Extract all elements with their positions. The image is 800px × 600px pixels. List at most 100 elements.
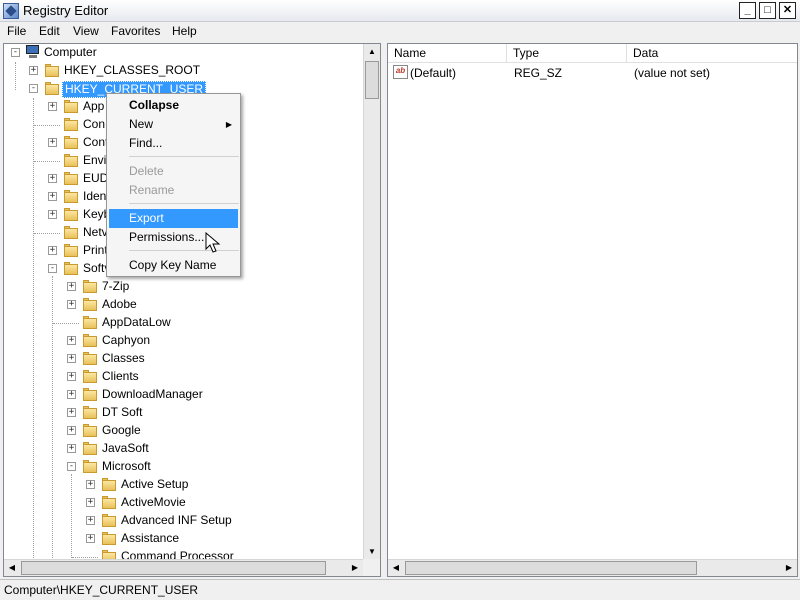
menu-file[interactable]: File bbox=[7, 24, 26, 38]
folder-icon bbox=[101, 495, 117, 510]
scroll-right-arrow-icon[interactable]: ▶ bbox=[347, 560, 363, 576]
scroll-right-arrow-icon[interactable]: ▶ bbox=[781, 560, 797, 576]
expand-icon[interactable]: + bbox=[48, 174, 57, 183]
column-header-name[interactable]: Name bbox=[388, 44, 507, 63]
value-type: REG_SZ bbox=[514, 66, 563, 80]
tree-label: Clients bbox=[102, 369, 139, 383]
status-bar: Computer\HKEY_CURRENT_USER bbox=[0, 579, 800, 600]
folder-icon bbox=[82, 441, 98, 456]
collapse-icon[interactable]: - bbox=[11, 48, 20, 57]
value-data: (value not set) bbox=[634, 66, 711, 80]
scrollbar-thumb[interactable] bbox=[405, 561, 697, 575]
list-horizontal-scrollbar[interactable]: ◀ ▶ bbox=[388, 559, 797, 576]
menu-edit[interactable]: Edit bbox=[39, 24, 60, 38]
expand-icon[interactable]: + bbox=[67, 390, 76, 399]
menu-item-copy-key-name[interactable]: Copy Key Name bbox=[109, 256, 238, 275]
expand-icon[interactable]: + bbox=[67, 372, 76, 381]
folder-icon bbox=[82, 297, 98, 312]
menu-item-delete: Delete bbox=[129, 164, 164, 178]
folder-open-icon bbox=[63, 261, 79, 276]
expand-icon[interactable]: + bbox=[48, 192, 57, 201]
scrollbar-corner bbox=[363, 559, 380, 576]
expand-icon[interactable]: + bbox=[67, 354, 76, 363]
collapse-icon[interactable]: - bbox=[48, 264, 57, 273]
menu-view[interactable]: View bbox=[73, 24, 99, 38]
tree-label: Caphyon bbox=[102, 333, 151, 347]
close-button[interactable]: ✕ bbox=[779, 2, 796, 19]
values-list-pane[interactable]: Name Type Data ab (Default) REG_SZ (valu… bbox=[387, 43, 798, 577]
expand-icon[interactable]: + bbox=[67, 408, 76, 417]
registry-editor-icon bbox=[3, 3, 19, 19]
scroll-up-arrow-icon[interactable]: ▲ bbox=[364, 44, 380, 60]
folder-icon bbox=[82, 387, 98, 402]
minimize-button[interactable]: _ bbox=[739, 2, 756, 19]
tree-label: Active Setup bbox=[121, 477, 189, 491]
tree-label: Microsoft bbox=[102, 459, 151, 473]
tree-horizontal-scrollbar[interactable]: ◀ ▶ bbox=[4, 559, 363, 576]
menu-separator bbox=[129, 250, 239, 251]
folder-icon bbox=[82, 423, 98, 438]
collapse-icon[interactable]: - bbox=[67, 462, 76, 471]
menu-item-find[interactable]: Find... bbox=[109, 134, 238, 153]
maximize-button[interactable]: □ bbox=[759, 2, 776, 19]
expand-icon[interactable]: + bbox=[29, 66, 38, 75]
menu-item-export[interactable]: Export bbox=[109, 209, 238, 228]
expand-icon[interactable]: + bbox=[67, 282, 76, 291]
tree-label: DT Soft bbox=[102, 405, 143, 419]
folder-icon bbox=[63, 153, 79, 168]
column-header-data[interactable]: Data bbox=[627, 44, 797, 63]
submenu-arrow-icon: ▶ bbox=[225, 120, 232, 129]
collapse-icon[interactable]: - bbox=[29, 84, 38, 93]
folder-icon bbox=[82, 405, 98, 420]
scroll-down-arrow-icon[interactable]: ▼ bbox=[364, 544, 380, 560]
scrollbar-thumb[interactable] bbox=[21, 561, 326, 575]
tree-label: AppDataLow bbox=[102, 315, 171, 329]
scroll-left-arrow-icon[interactable]: ◀ bbox=[4, 560, 20, 576]
tree-vertical-scrollbar[interactable]: ▲ ▼ bbox=[363, 44, 380, 560]
folder-icon bbox=[82, 333, 98, 348]
expand-icon[interactable]: + bbox=[48, 246, 57, 255]
expand-icon[interactable]: + bbox=[48, 138, 57, 147]
tree-label: Envi bbox=[83, 153, 107, 167]
tree-label: Assistance bbox=[121, 531, 180, 545]
menu-separator bbox=[129, 203, 239, 204]
expand-icon[interactable]: + bbox=[86, 480, 95, 489]
scroll-left-arrow-icon[interactable]: ◀ bbox=[388, 560, 404, 576]
folder-icon bbox=[63, 189, 79, 204]
menu-favorites[interactable]: Favorites bbox=[111, 24, 160, 38]
expand-icon[interactable]: + bbox=[67, 300, 76, 309]
folder-icon bbox=[63, 171, 79, 186]
expand-icon[interactable]: + bbox=[67, 444, 76, 453]
expand-icon[interactable]: + bbox=[48, 210, 57, 219]
value-name: (Default) bbox=[410, 66, 457, 80]
folder-icon bbox=[44, 63, 60, 78]
folder-icon bbox=[82, 279, 98, 294]
expand-icon[interactable]: + bbox=[86, 516, 95, 525]
menu-item-collapse[interactable]: Collapse bbox=[109, 96, 238, 115]
menu-separator bbox=[129, 156, 239, 157]
expand-icon[interactable]: + bbox=[86, 498, 95, 507]
menu-item-label: New bbox=[129, 117, 154, 131]
folder-icon bbox=[63, 117, 79, 132]
expand-icon[interactable]: + bbox=[48, 102, 57, 111]
string-value-icon: ab bbox=[393, 65, 408, 79]
computer-icon bbox=[25, 45, 41, 59]
tree-label: ActiveMovie bbox=[121, 495, 186, 509]
tree-label: Iden bbox=[83, 189, 107, 203]
expand-icon[interactable]: + bbox=[67, 426, 76, 435]
tree-line bbox=[33, 98, 34, 576]
menu-item-new[interactable]: New ▶ bbox=[109, 115, 238, 134]
title-bar: Registry Editor _ □ ✕ bbox=[0, 0, 800, 22]
tree-label: Classes bbox=[102, 351, 145, 365]
expand-icon[interactable]: + bbox=[86, 534, 95, 543]
scrollbar-thumb[interactable] bbox=[365, 61, 379, 99]
tree-label: Con bbox=[83, 117, 106, 131]
expand-icon[interactable]: + bbox=[67, 336, 76, 345]
column-header-type[interactable]: Type bbox=[507, 44, 627, 63]
menu-bar: File Edit View Favorites Help bbox=[0, 22, 800, 42]
tree-label: Computer bbox=[44, 45, 97, 59]
folder-icon bbox=[82, 369, 98, 384]
tree-label: 7-Zip bbox=[102, 279, 130, 293]
menu-help[interactable]: Help bbox=[172, 24, 197, 38]
tree-label: Google bbox=[102, 423, 141, 437]
